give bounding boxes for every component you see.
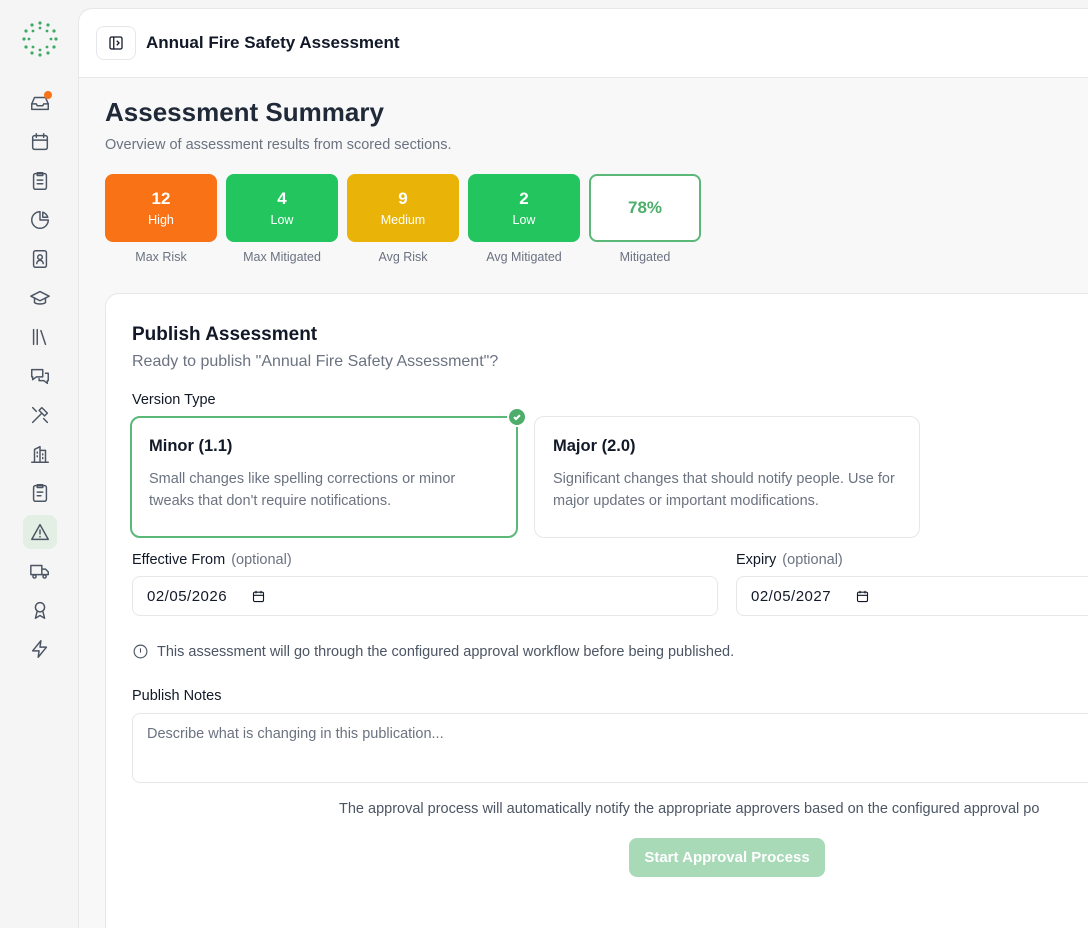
version-option-description: Small changes like spelling corrections … <box>149 471 456 509</box>
messages-icon <box>31 368 49 385</box>
stat-caption: Mitigated <box>619 250 671 264</box>
stat-max-risk: 12 High <box>105 174 217 242</box>
stat-level: High <box>148 213 174 227</box>
calendar-icon[interactable] <box>855 589 870 604</box>
nav-inbox[interactable] <box>23 86 57 120</box>
stat-mitigated-percent: 78% <box>589 174 701 242</box>
stat-level: Medium <box>380 213 426 227</box>
sidebar <box>0 0 78 928</box>
nav-buildings[interactable] <box>23 437 57 471</box>
nav-automations[interactable] <box>23 632 57 666</box>
nav-clipboard[interactable] <box>23 476 57 510</box>
stat-level: Low <box>512 213 536 227</box>
start-approval-button[interactable]: Start Approval Process <box>629 838 825 877</box>
version-option-title: Minor (1.1) <box>149 437 233 455</box>
nav-certifications[interactable] <box>23 593 57 627</box>
stat-value: 2 <box>519 189 529 208</box>
publish-title: Publish Assessment <box>132 324 318 345</box>
panel-toggle-icon <box>109 36 123 50</box>
graduation-cap-icon <box>30 290 50 305</box>
approval-info: This assessment will go through the conf… <box>132 643 734 660</box>
selected-check-icon <box>507 407 527 427</box>
version-option-minor[interactable]: Minor (1.1) Small changes like spelling … <box>130 407 527 538</box>
nav-tools[interactable] <box>23 398 57 432</box>
optional-hint: (optional) <box>782 552 843 568</box>
truck-icon <box>30 564 49 579</box>
stat-value: 12 <box>151 189 171 208</box>
notification-dot <box>44 91 52 99</box>
nav-messages[interactable] <box>23 359 57 393</box>
effective-from-label: Effective From (optional) <box>132 552 292 568</box>
stat-avg-risk: 9 Medium <box>347 174 459 242</box>
contact-book-icon <box>32 250 48 268</box>
expiry-date-input[interactable]: 02/05/2027 <box>736 576 1088 616</box>
document-title: Annual Fire Safety Assessment <box>146 33 400 52</box>
effective-from-text: Effective From <box>132 552 226 568</box>
stat-caption: Avg Risk <box>378 250 428 264</box>
version-option-title: Major (2.0) <box>553 437 636 455</box>
version-option-description: Significant changes that should notify p… <box>553 471 895 509</box>
nav-calendar[interactable] <box>23 125 57 159</box>
top-bar: Annual Fire Safety Assessment <box>79 9 1088 78</box>
version-option-major[interactable]: Major (2.0) Significant changes that sho… <box>534 416 920 538</box>
zap-icon <box>31 640 48 658</box>
nav-risk-assessments[interactable] <box>23 515 57 549</box>
expiry-label: Expiry (optional) <box>736 552 843 568</box>
sidebar-toggle-button[interactable] <box>96 26 136 60</box>
publish-card: Publish Assessment Ready to publish "Ann… <box>105 293 1088 928</box>
info-icon <box>133 644 148 659</box>
date-value: 02/05/2026 <box>147 587 228 605</box>
pie-chart-icon <box>31 211 49 229</box>
nav-vehicles[interactable] <box>23 554 57 588</box>
nav-contacts[interactable] <box>23 242 57 276</box>
calendar-icon[interactable] <box>251 589 266 604</box>
checklist-icon <box>32 172 48 190</box>
approval-process-note: The approval process will automatically … <box>339 801 1040 817</box>
publish-notes-label: Publish Notes <box>132 688 222 704</box>
expiry-text: Expiry <box>736 552 777 568</box>
stat-value: 78% <box>627 198 663 217</box>
logo-icon[interactable] <box>21 20 59 58</box>
stat-avg-mitigated: 2 Low <box>468 174 580 242</box>
alert-triangle-icon <box>31 523 49 541</box>
clipboard-icon <box>32 484 48 502</box>
nav-library[interactable] <box>23 320 57 354</box>
version-type-label: Version Type <box>132 392 216 408</box>
nav-training[interactable] <box>23 281 57 315</box>
stat-max-mitigated: 4 Low <box>226 174 338 242</box>
library-icon <box>32 328 47 346</box>
stat-value: 4 <box>277 189 287 208</box>
stat-caption: Max Risk <box>135 250 187 264</box>
stat-caption: Avg Mitigated <box>486 250 562 264</box>
stat-level: Low <box>270 213 294 227</box>
stat-caption: Max Mitigated <box>243 250 321 264</box>
building-icon <box>31 445 49 463</box>
publish-subtitle: Ready to publish "Annual Fire Safety Ass… <box>132 353 499 370</box>
main-panel: Annual Fire Safety Assessment Assessment… <box>78 8 1088 928</box>
optional-hint: (optional) <box>231 552 292 568</box>
approval-info-text: This assessment will go through the conf… <box>157 643 735 660</box>
publish-notes-input[interactable] <box>132 713 1088 783</box>
page-subtitle: Overview of assessment results from scor… <box>105 137 452 153</box>
page-title: Assessment Summary <box>105 97 384 127</box>
nav-checklist[interactable] <box>23 164 57 198</box>
nav-reports[interactable] <box>23 203 57 237</box>
date-value: 02/05/2027 <box>751 587 832 605</box>
tools-icon <box>31 406 49 424</box>
award-icon <box>34 601 46 619</box>
effective-from-date-input[interactable]: 02/05/2026 <box>132 576 718 616</box>
stat-value: 9 <box>398 189 408 208</box>
calendar-icon <box>31 133 49 151</box>
